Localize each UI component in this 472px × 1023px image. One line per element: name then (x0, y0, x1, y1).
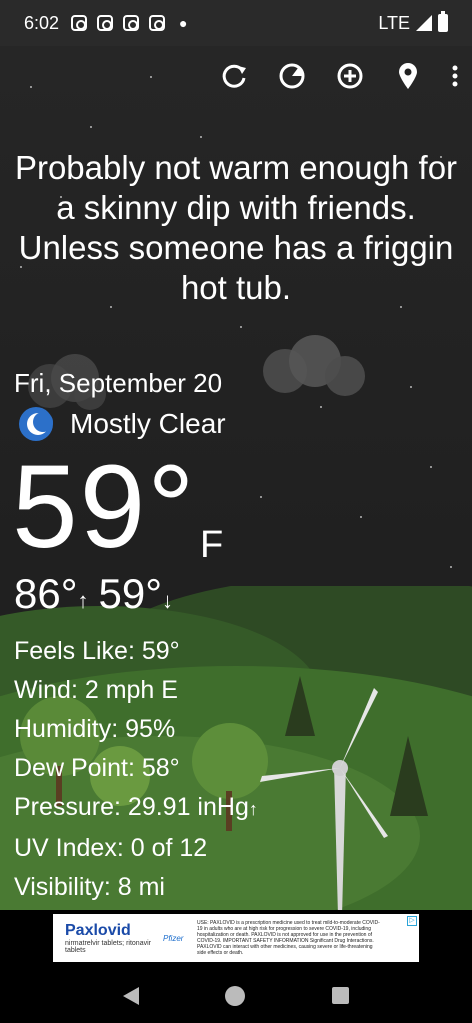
status-time: 6:02 (24, 12, 60, 33)
ad-brand-name: Paxlovid (65, 922, 131, 939)
pressure-row: Pressure: 29.91 inHg↑ (14, 788, 258, 829)
more-vert-icon[interactable] (450, 60, 460, 92)
add-location-icon[interactable] (334, 60, 366, 92)
weather-quote: Probably not warm enough for a skinny di… (14, 149, 458, 306)
star (30, 86, 32, 88)
forecast-date: Fri, September 20 (14, 368, 223, 398)
navigation-bar (0, 968, 472, 1023)
instagram-icon (123, 15, 140, 31)
ad-banner[interactable]: Paxlovid nirmatrelvir tablets; ritonavir… (53, 914, 419, 962)
uv-index: UV Index: 0 of 12 (14, 834, 208, 862)
recent-apps-icon[interactable] (331, 987, 349, 1004)
battery-icon (438, 11, 448, 32)
star (90, 126, 92, 128)
current-temperature: 59° (12, 441, 197, 573)
star (150, 76, 152, 78)
temperature-unit: F (200, 524, 224, 566)
condition-text: Mostly Clear (70, 408, 226, 439)
dew-point: Dew Point: 58° (14, 754, 180, 782)
arrow-down-icon: ↓ (162, 588, 174, 613)
high-low-row: 86° ↑ 59° ↓ (14, 570, 183, 618)
location-pin-icon[interactable] (392, 60, 424, 92)
refresh-icon[interactable] (218, 60, 250, 92)
instagram-icon (149, 15, 166, 31)
cloud-decoration (263, 335, 365, 396)
star (240, 326, 242, 328)
home-icon[interactable] (225, 985, 246, 1006)
humidity: Humidity: 95% (14, 715, 176, 743)
toolbar (218, 60, 460, 92)
weather-details: Feels Like: 59° Wind: 2 mph E Humidity: … (14, 632, 258, 907)
wind: Wind: 2 mph E (14, 676, 178, 704)
instagram-icon (97, 15, 114, 31)
pressure: Pressure: 29.91 inHg (14, 793, 249, 821)
back-icon[interactable] (123, 986, 140, 1005)
ad-banner-bar: Paxlovid nirmatrelvir tablets; ritonavir… (0, 910, 472, 968)
status-bar: 6:02 ● LTE (0, 0, 472, 46)
signal-icon (416, 15, 432, 31)
star (360, 516, 362, 518)
instagram-icon (71, 15, 88, 31)
ad-brand-subtitle: nirmatrelvir tablets; ritonavir tablets (65, 940, 151, 954)
arrow-up-icon: ↑ (77, 588, 89, 613)
moon-icon (19, 407, 53, 441)
status-right: LTE (378, 11, 448, 34)
visibility: Visibility: 8 mi (14, 873, 165, 901)
star (260, 496, 262, 498)
adchoices-icon[interactable]: ▷ (407, 916, 417, 926)
star (450, 566, 452, 568)
ad-brand: Paxlovid nirmatrelvir tablets; ritonavir… (53, 922, 163, 954)
ad-text: USE: PAXLOVID is a prescription medicine… (197, 920, 380, 956)
feels-like: Feels Like: 59° (14, 637, 180, 665)
condition-row: Mostly Clear (18, 406, 226, 442)
star (410, 386, 412, 388)
notification-dot-icon: ● (179, 15, 188, 31)
low-temperature: 59° (98, 570, 163, 617)
radar-icon[interactable] (276, 60, 308, 92)
weather-scene: Probably not warm enough for a skinny di… (0, 46, 472, 910)
star (430, 466, 432, 468)
arrow-up-icon: ↑ (248, 799, 258, 819)
ad-sponsor: Pfizer (163, 933, 184, 943)
star (200, 136, 202, 138)
network-label: LTE (378, 12, 410, 33)
high-temperature: 86° (14, 570, 78, 617)
